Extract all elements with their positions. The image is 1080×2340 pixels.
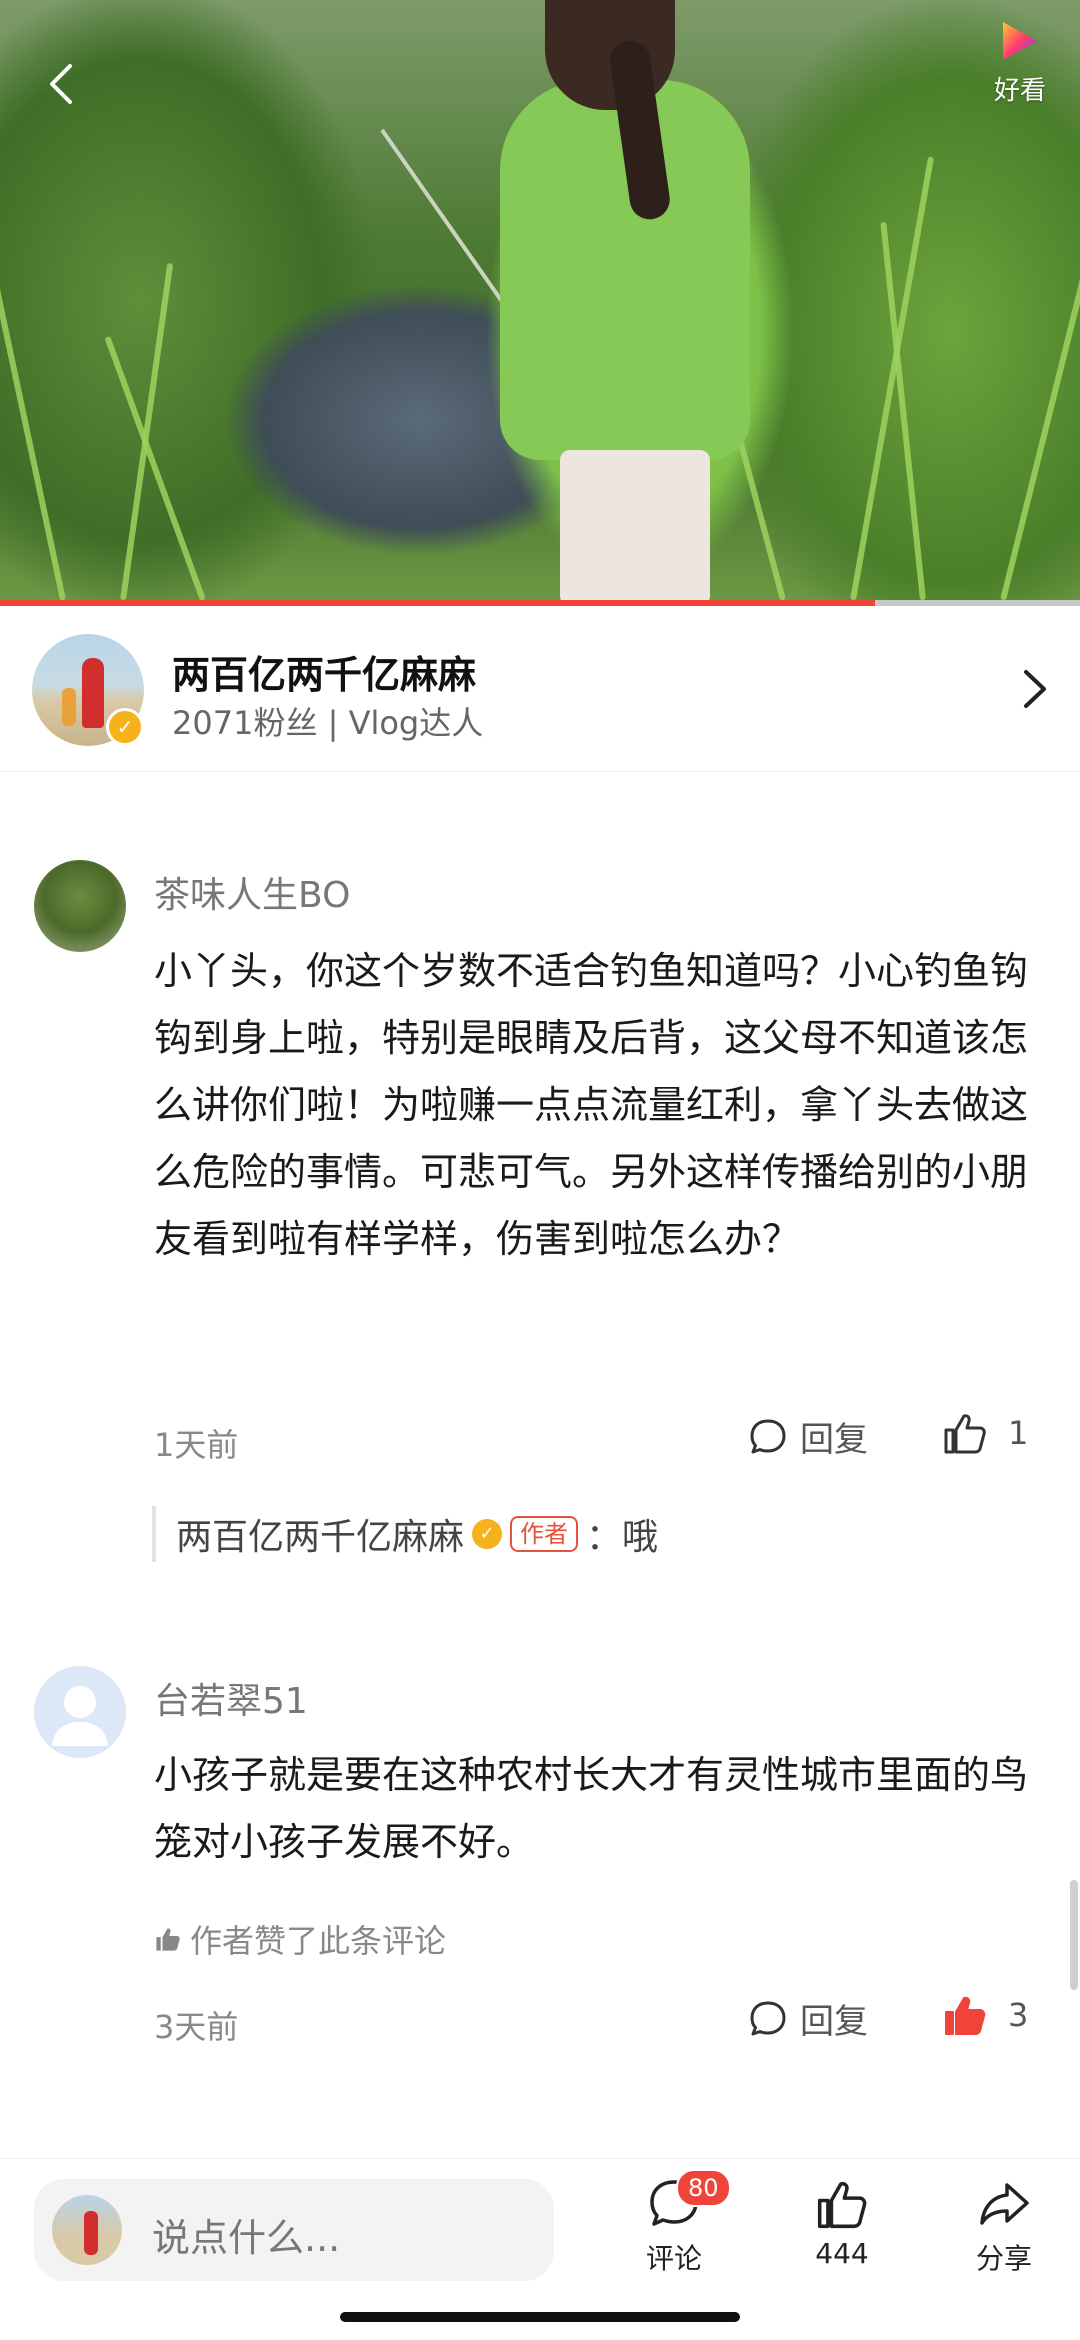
author-reply-text: ：哦 — [586, 1517, 659, 1558]
comment-label: 评论 — [645, 2242, 702, 2275]
commenter-avatar[interactable] — [34, 1666, 126, 1758]
brand-name: 好看 — [993, 76, 1046, 106]
share-button[interactable]: 分享 — [954, 2177, 1054, 2277]
my-avatar — [52, 2195, 122, 2265]
scenery — [850, 156, 935, 601]
scenery — [1000, 191, 1080, 601]
commenter-avatar[interactable] — [34, 860, 126, 952]
like-count: 3 — [1008, 1996, 1029, 2034]
author-reply[interactable]: 两百亿两千亿麻麻 ✓ 作者 ：哦 — [152, 1506, 658, 1562]
verified-icon: ✓ — [472, 1519, 503, 1549]
thumbs-up-icon — [156, 1928, 180, 1951]
share-arrow-icon — [980, 2183, 1029, 2225]
author-meta: 2071粉丝 | Vlog达人 — [172, 704, 484, 742]
scenery — [0, 208, 66, 601]
default-avatar-icon — [52, 1686, 108, 1746]
reply-author-name: 两百亿两千亿麻麻 — [176, 1517, 465, 1558]
author-tag: 作者 — [510, 1516, 579, 1552]
scenery — [120, 262, 174, 601]
like-button[interactable]: 3 — [942, 1992, 1028, 2038]
chevron-right-icon — [1024, 670, 1046, 708]
author-profile-button[interactable] — [1016, 664, 1052, 714]
home-indicator — [340, 2312, 740, 2322]
avatar-figure — [84, 2211, 98, 2255]
comment-input[interactable]: 说点什么... — [34, 2179, 554, 2281]
back-arrow-icon — [50, 64, 72, 104]
reply-label: 回复 — [800, 2002, 868, 2042]
reply-button[interactable]: 回复 — [748, 1412, 868, 1461]
brand-badge: 好看 — [980, 18, 1060, 118]
commenter-name[interactable]: 台若翠51 — [154, 1672, 308, 1724]
comment-count-badge: 80 — [676, 2169, 731, 2207]
thumbs-up-icon — [944, 1414, 986, 1454]
comment-text[interactable]: 小丫头，你这个岁数不适合钓鱼知道吗？小心钓鱼钩钩到身上啦，特别是眼睛及后背，这父… — [154, 938, 1034, 1273]
back-button[interactable] — [40, 60, 88, 108]
share-label: 分享 — [975, 2242, 1032, 2275]
girl-legs — [560, 450, 710, 606]
comment-time: 3天前 — [154, 2008, 239, 2046]
comment-time: 1天前 — [154, 1426, 239, 1464]
thumbs-up-icon — [817, 2182, 867, 2229]
author-name[interactable]: 两百亿两千亿麻麻 — [172, 644, 476, 699]
video-player[interactable]: 好看 — [0, 0, 1080, 606]
scrollbar[interactable] — [1070, 1880, 1078, 1990]
comment-input-placeholder: 说点什么... — [152, 2216, 341, 2260]
avatar-figure — [82, 658, 104, 728]
like-video-button[interactable]: 444 — [792, 2177, 892, 2270]
reply-bubble-icon — [750, 2001, 786, 2035]
commenter-name[interactable]: 茶味人生BO — [154, 866, 350, 918]
thumbs-up-icon-liked — [945, 1996, 986, 2035]
comment-text[interactable]: 小孩子就是要在这种农村长大才有灵性城市里面的鸟笼对小孩子发展不好。 — [154, 1742, 1034, 1876]
reply-bubble-icon — [750, 1419, 786, 1453]
verified-icon: ✓ — [106, 708, 144, 746]
liked-note-text: 作者赞了此条评论 — [190, 1922, 447, 1960]
haokan-logo-icon — [1003, 22, 1037, 60]
like-button[interactable]: 1 — [942, 1410, 1028, 1456]
like-count: 1 — [1008, 1414, 1029, 1452]
video-like-count: 444 — [815, 2237, 869, 2270]
reply-button[interactable]: 回复 — [748, 1994, 868, 2043]
comment-button[interactable]: 80 评论 — [624, 2169, 731, 2277]
reply-label: 回复 — [800, 1420, 868, 1460]
author-liked-note: 作者赞了此条评论 — [154, 1916, 446, 1962]
author-bar[interactable]: ✓ 两百亿两千亿麻麻 2071粉丝 | Vlog达人 — [0, 606, 1080, 772]
avatar-figure-child — [62, 688, 76, 726]
